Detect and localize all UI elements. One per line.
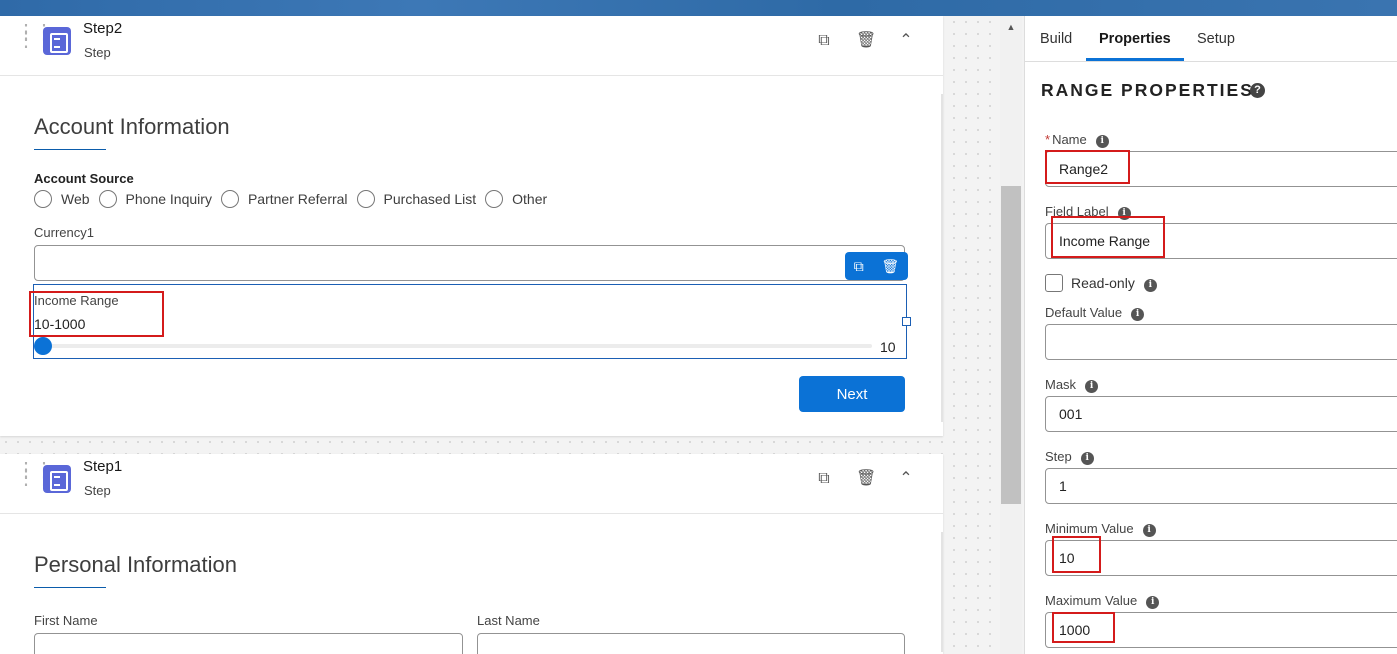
step-label-text: Step — [1045, 449, 1072, 464]
radio-label: Web — [61, 191, 90, 207]
step-subtitle: Step — [84, 45, 111, 60]
scrollbar — [941, 94, 943, 422]
radio-button[interactable] — [34, 190, 52, 208]
range-value: 10 — [880, 339, 896, 355]
section-title: Account Information — [34, 114, 230, 139]
duplicate-icon[interactable]: ⧉ — [815, 470, 833, 488]
panel-title: RANGE PROPERTIES — [1041, 80, 1254, 100]
highlight-box — [1052, 536, 1101, 573]
maximum-value-label: Maximum Value i — [1045, 593, 1160, 609]
highlight-box — [1052, 612, 1115, 643]
flow-canvas: ⋮⋮ ⋮⋮ Step2 Step ⧉ 🗑 ⌃ Account Informatio… — [0, 16, 1024, 654]
range-slider-track[interactable] — [38, 344, 872, 348]
header-banner — [0, 0, 1397, 16]
minimum-value-label: Minimum Value i — [1045, 521, 1156, 537]
info-icon[interactable]: i — [1095, 135, 1109, 148]
step-subtitle: Step — [84, 483, 111, 498]
resize-handle[interactable] — [902, 317, 911, 326]
info-icon[interactable]: i — [1085, 380, 1099, 393]
highlight-box — [1051, 216, 1165, 258]
mask-label-text: Mask — [1045, 377, 1077, 392]
step-title: Step1 — [83, 458, 123, 475]
radio-label: Other — [512, 191, 548, 207]
name-label-text: Name — [1052, 132, 1087, 147]
radio-option-other[interactable]: Other — [485, 190, 547, 208]
scrollbar — [941, 532, 943, 652]
scrollbar-thumb[interactable] — [1001, 186, 1021, 504]
account-source-label: Account Source — [34, 171, 134, 186]
panel-tabs: Build Properties Setup — [1025, 16, 1397, 62]
help-icon[interactable]: ? — [1250, 83, 1265, 98]
radio-option-web[interactable]: Web — [34, 190, 90, 208]
trash-icon[interactable]: 🗑 — [856, 32, 876, 50]
radio-button[interactable] — [356, 190, 375, 208]
tab-build[interactable]: Build — [1040, 31, 1072, 47]
info-icon[interactable]: i — [1142, 524, 1156, 537]
account-source-radio-group: Web Phone Inquiry Partner Referral Purch… — [34, 190, 556, 208]
currency-label: Currency1 — [34, 225, 94, 240]
step-label: Step i — [1045, 449, 1094, 465]
drag-handle-icon[interactable]: ⋮⋮ ⋮⋮ — [16, 22, 54, 52]
radio-button[interactable] — [220, 190, 239, 208]
step-icon — [43, 27, 71, 55]
default-value-label: Default Value i — [1045, 305, 1145, 321]
section-underline — [34, 587, 106, 588]
step-title: Step2 — [83, 20, 123, 37]
step-header: ⋮⋮ ⋮⋮ Step1 Step ⧉ 🗑 ⌃ — [0, 454, 943, 514]
range-slider-thumb[interactable] — [34, 337, 52, 355]
drag-handle-icon[interactable]: ⋮⋮ ⋮⋮ — [16, 460, 54, 490]
name-label: * Name i — [1045, 132, 1109, 148]
tab-setup[interactable]: Setup — [1197, 31, 1235, 47]
info-icon[interactable]: i — [1131, 308, 1145, 321]
duplicate-icon[interactable]: ⧉ — [815, 32, 833, 50]
default-value-label-text: Default Value — [1045, 305, 1123, 320]
highlight-box — [1045, 150, 1130, 184]
info-icon[interactable]: i — [1080, 452, 1094, 465]
info-icon[interactable]: i — [1146, 596, 1160, 609]
active-tab-indicator — [1086, 58, 1184, 61]
section-underline — [34, 149, 106, 150]
radio-option-purchased-list[interactable]: Purchased List — [356, 190, 477, 208]
radio-label: Phone Inquiry — [125, 191, 212, 207]
tab-properties[interactable]: Properties — [1099, 31, 1171, 47]
chevron-up-icon[interactable]: ⌃ — [897, 470, 915, 488]
read-only-label: Read-only i — [1071, 275, 1157, 292]
step-card-step1[interactable]: ⋮⋮ ⋮⋮ Step1 Step ⧉ 🗑 ⌃ Personal Informati… — [0, 454, 943, 654]
section-title: Personal Information — [34, 552, 237, 577]
duplicate-icon[interactable]: ⧉ — [854, 258, 864, 275]
info-icon[interactable]: i — [1143, 279, 1157, 292]
properties-panel: Build Properties Setup RANGE PROPERTIES … — [1024, 16, 1397, 654]
radio-label: Purchased List — [383, 191, 477, 207]
step-header: ⋮⋮ ⋮⋮ Step2 Step ⧉ 🗑 ⌃ — [0, 16, 943, 76]
first-name-input[interactable] — [34, 633, 463, 654]
currency-input[interactable] — [34, 245, 905, 281]
trash-icon[interactable]: 🗑 — [881, 258, 899, 275]
step-input[interactable]: 1 — [1045, 468, 1397, 504]
step-card-step2[interactable]: ⋮⋮ ⋮⋮ Step2 Step ⧉ 🗑 ⌃ Account Informatio… — [0, 16, 943, 436]
required-mark: * — [1045, 132, 1051, 147]
first-name-label: First Name — [34, 613, 98, 628]
last-name-label: Last Name — [477, 613, 540, 628]
minimum-value-label-text: Minimum Value — [1045, 521, 1134, 536]
field-actions: ⧉ 🗑 — [845, 252, 908, 280]
chevron-up-icon[interactable]: ⌃ — [897, 32, 915, 50]
trash-icon[interactable]: 🗑 — [856, 470, 876, 488]
step-icon — [43, 465, 71, 493]
read-only-checkbox[interactable] — [1045, 274, 1063, 292]
canvas-scrollbar[interactable]: ▲ — [1000, 16, 1022, 654]
radio-option-phone-inquiry[interactable]: Phone Inquiry — [98, 190, 212, 208]
default-value-input[interactable] — [1045, 324, 1397, 360]
mask-input[interactable]: 001 — [1045, 396, 1397, 432]
radio-button[interactable] — [485, 190, 504, 208]
radio-label: Partner Referral — [247, 191, 348, 207]
last-name-input[interactable] — [477, 633, 905, 654]
scroll-up-icon[interactable]: ▲ — [1000, 22, 1022, 36]
radio-button[interactable] — [98, 190, 117, 208]
maximum-value-label-text: Maximum Value — [1045, 593, 1138, 608]
next-button[interactable]: Next — [799, 376, 905, 412]
highlight-box — [29, 291, 164, 337]
mask-label: Mask i — [1045, 377, 1099, 393]
read-only-label-text: Read-only — [1071, 275, 1135, 291]
radio-option-partner-referral[interactable]: Partner Referral — [220, 190, 348, 208]
